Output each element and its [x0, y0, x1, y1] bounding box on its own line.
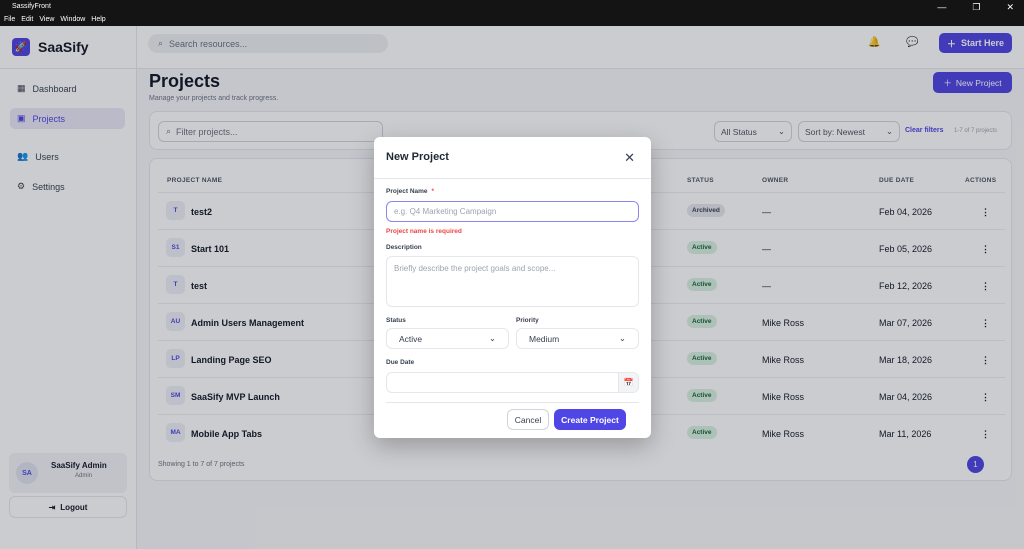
- restore-icon[interactable]: ❐: [972, 2, 980, 13]
- name-placeholder: e.g. Q4 Marketing Campaign: [394, 207, 497, 216]
- due-date-input[interactable]: [386, 372, 619, 393]
- close-window-icon[interactable]: ✕: [1006, 2, 1014, 13]
- status-value: Active: [399, 333, 423, 344]
- create-project-button[interactable]: Create Project: [554, 409, 626, 430]
- window-title: SassifyFront: [12, 3, 51, 10]
- title-bar: SassifyFront File Edit View Window Help …: [0, 0, 1024, 26]
- project-name-input[interactable]: e.g. Q4 Marketing Campaign: [386, 201, 639, 222]
- label-text: Project Name: [386, 188, 428, 195]
- required-mark: *: [431, 188, 435, 195]
- menu-file[interactable]: File: [4, 16, 15, 23]
- menu-bar: File Edit View Window Help: [4, 16, 106, 23]
- description-label: Description: [386, 244, 422, 251]
- status-select[interactable]: Active ⌄: [386, 328, 509, 349]
- chevron-down-icon: ⌄: [618, 333, 626, 343]
- status-label: Status: [386, 317, 406, 324]
- description-textarea[interactable]: Briefly describe the project goals and s…: [386, 256, 639, 307]
- minimize-icon[interactable]: —: [937, 2, 946, 13]
- priority-select[interactable]: Medium ⌄: [516, 328, 639, 349]
- desc-placeholder: Briefly describe the project goals and s…: [394, 264, 556, 273]
- dialog-title: New Project: [386, 151, 449, 163]
- menu-view[interactable]: View: [39, 16, 54, 23]
- menu-edit[interactable]: Edit: [21, 16, 33, 23]
- calendar-icon[interactable]: 📅: [618, 372, 639, 393]
- menu-help[interactable]: Help: [91, 16, 105, 23]
- due-date-label: Due Date: [386, 359, 415, 366]
- close-icon[interactable]: ✕: [624, 150, 635, 166]
- name-error: Project name is required: [386, 228, 462, 235]
- cancel-button[interactable]: Cancel: [507, 409, 549, 430]
- project-name-label: Project Name *: [386, 188, 434, 195]
- chevron-down-icon: ⌄: [488, 333, 496, 343]
- menu-window[interactable]: Window: [60, 16, 85, 23]
- priority-label: Priority: [516, 317, 539, 324]
- new-project-dialog: New Project ✕ Project Name * e.g. Q4 Mark…: [374, 137, 651, 438]
- priority-value: Medium: [529, 333, 560, 344]
